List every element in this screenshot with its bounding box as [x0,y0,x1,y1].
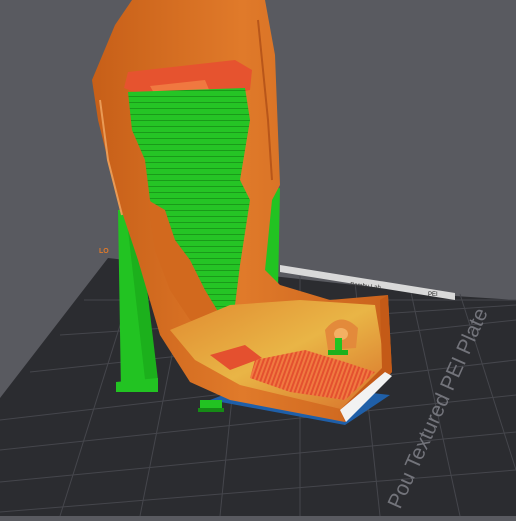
floor-tab-support-foot [328,350,348,355]
origin-marker: LO [99,248,109,255]
heel-support-pad-base [198,408,224,412]
scene-canvas[interactable]: Bambu Lab PEI LO Pou Textured PEI Plate [0,0,516,517]
floor-tab-support [335,338,342,350]
bed-corner-marker: PEI [428,292,438,298]
3d-preview-viewport[interactable]: Bambu Lab PEI LO Pou Textured PEI Plate [0,0,516,517]
